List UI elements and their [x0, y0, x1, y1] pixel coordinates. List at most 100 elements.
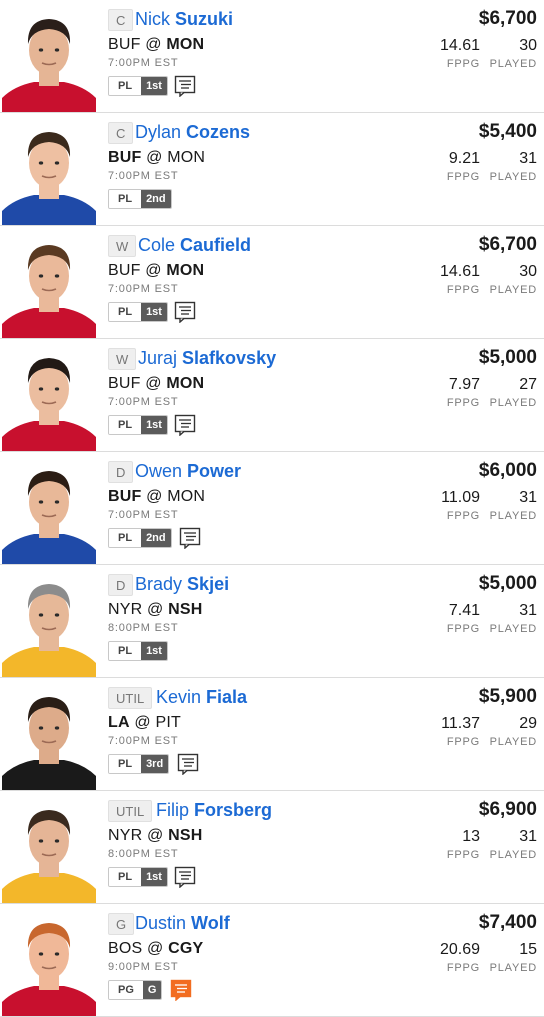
player-name-link[interactable]: Filip Forsberg — [156, 798, 272, 822]
games-played-value: 31 — [519, 602, 537, 619]
fppg-value: 14.61 — [439, 263, 480, 280]
news-note-icon[interactable] — [174, 414, 196, 437]
news-note-icon[interactable] — [179, 527, 201, 550]
player-row[interactable]: W Juraj Slafkovsky BUF @ MON 7:00PM EST … — [0, 339, 544, 452]
fppg-value: 7.41 — [448, 602, 480, 619]
salary: $6,000 — [478, 460, 537, 481]
fppg-label: FPPG — [446, 962, 480, 974]
home-team: MON — [166, 36, 205, 53]
line-number-tag: 2nd — [141, 529, 171, 547]
line-tags: PL 2nd — [108, 189, 172, 209]
games-played-label: PLAYED — [489, 284, 537, 296]
position-badge: W — [108, 235, 137, 257]
game-time: 7:00PM EST — [108, 170, 179, 182]
fppg-value: 13 — [462, 828, 480, 845]
games-played-label: PLAYED — [489, 736, 537, 748]
home-team: NSH — [168, 601, 203, 618]
news-note-icon[interactable] — [174, 301, 196, 324]
player-name-link[interactable]: Kevin Fiala — [156, 685, 247, 709]
salary: $6,700 — [478, 234, 537, 255]
game-matchup: BUF @ MON — [108, 36, 205, 53]
game-matchup: BUF @ MON — [108, 262, 205, 279]
player-row[interactable]: G Dustin Wolf BOS @ CGY 9:00PM EST PG G … — [0, 904, 544, 1017]
player-first-name: Kevin — [156, 687, 202, 707]
player-name-link[interactable]: Cole Caufield — [138, 233, 251, 257]
game-time: 7:00PM EST — [108, 735, 179, 747]
line-tag: PL — [109, 416, 142, 434]
games-played-label: PLAYED — [489, 849, 537, 861]
home-team: MON — [167, 488, 206, 505]
away-team: BUF — [108, 262, 141, 279]
games-played-value: 29 — [519, 715, 537, 732]
player-last-name: Power — [187, 461, 242, 481]
home-team: MON — [167, 149, 206, 166]
games-played-label: PLAYED — [489, 510, 537, 522]
player-name-link[interactable]: Nick Suzuki — [135, 7, 233, 31]
player-name-link[interactable]: Brady Skjei — [135, 572, 229, 596]
salary: $6,700 — [478, 8, 537, 29]
line-tags: PL 3rd — [108, 754, 170, 774]
games-played-label: PLAYED — [489, 623, 537, 635]
fppg-label: FPPG — [446, 849, 480, 861]
line-number-tag: 1st — [141, 642, 167, 660]
news-note-icon[interactable] — [177, 753, 199, 776]
player-headshot — [0, 339, 98, 451]
line-number-tag: 1st — [141, 77, 167, 95]
games-played-value: 31 — [519, 489, 537, 506]
player-name-link[interactable]: Dylan Cozens — [135, 120, 250, 144]
line-number-tag: 1st — [141, 303, 167, 321]
player-row[interactable]: UTIL Kevin Fiala LA @ PIT 7:00PM EST PL … — [0, 678, 544, 791]
player-row[interactable]: C Dylan Cozens BUF @ MON 7:00PM EST PL 2… — [0, 113, 544, 226]
position-badge: C — [108, 122, 134, 144]
games-played-value: 31 — [519, 150, 537, 167]
line-tag: PL — [109, 868, 142, 886]
player-first-name: Dylan — [135, 122, 182, 142]
player-row[interactable]: UTIL Filip Forsberg NYR @ NSH 8:00PM EST… — [0, 791, 544, 904]
position-badge: W — [108, 348, 137, 370]
player-headshot — [0, 678, 98, 790]
games-played-value: 27 — [519, 376, 537, 393]
player-last-name: Skjei — [187, 574, 230, 594]
salary: $5,000 — [478, 573, 537, 594]
player-row[interactable]: D Brady Skjei NYR @ NSH 8:00PM EST PL 1s… — [0, 565, 544, 678]
player-first-name: Filip — [156, 800, 190, 820]
news-note-icon[interactable] — [174, 866, 196, 889]
player-headshot — [0, 904, 98, 1016]
player-headshot — [0, 791, 98, 903]
game-time: 8:00PM EST — [108, 622, 179, 634]
away-team: NYR — [108, 601, 143, 618]
player-last-name: Suzuki — [175, 9, 234, 29]
line-tag: PG — [109, 981, 143, 999]
position-badge: UTIL — [108, 687, 153, 709]
home-team: NSH — [168, 827, 203, 844]
line-number-tag: 3rd — [141, 755, 169, 773]
games-played-label: PLAYED — [489, 962, 537, 974]
game-time: 7:00PM EST — [108, 57, 179, 69]
player-last-name: Wolf — [191, 913, 230, 933]
player-name-link[interactable]: Juraj Slafkovsky — [138, 346, 276, 370]
position-badge: D — [108, 574, 134, 596]
position-badge: C — [108, 9, 134, 31]
game-time: 7:00PM EST — [108, 283, 179, 295]
fppg-value: 11.37 — [441, 715, 480, 732]
game-matchup: NYR @ NSH — [108, 601, 203, 618]
player-row[interactable]: D Owen Power BUF @ MON 7:00PM EST PL 2nd… — [0, 452, 544, 565]
game-time: 7:00PM EST — [108, 509, 179, 521]
line-tag: PL — [109, 755, 142, 773]
news-note-icon[interactable] — [174, 75, 196, 98]
news-note-icon[interactable] — [170, 979, 192, 1002]
away-team: LA — [108, 714, 130, 731]
games-played-label: PLAYED — [489, 397, 537, 409]
games-played-label: PLAYED — [489, 58, 537, 70]
player-name-link[interactable]: Dustin Wolf — [135, 911, 230, 935]
player-name-link[interactable]: Owen Power — [135, 459, 241, 483]
salary: $6,900 — [478, 799, 537, 820]
player-row[interactable]: W Cole Caufield BUF @ MON 7:00PM EST PL … — [0, 226, 544, 339]
game-matchup: BOS @ CGY — [108, 940, 204, 957]
games-played-label: PLAYED — [489, 171, 537, 183]
line-tags: PL 1st — [108, 302, 168, 322]
player-row[interactable]: C Nick Suzuki BUF @ MON 7:00PM EST PL 1s… — [0, 0, 544, 113]
line-tag: PL — [109, 77, 142, 95]
position-badge: G — [108, 913, 135, 935]
game-time: 8:00PM EST — [108, 848, 179, 860]
